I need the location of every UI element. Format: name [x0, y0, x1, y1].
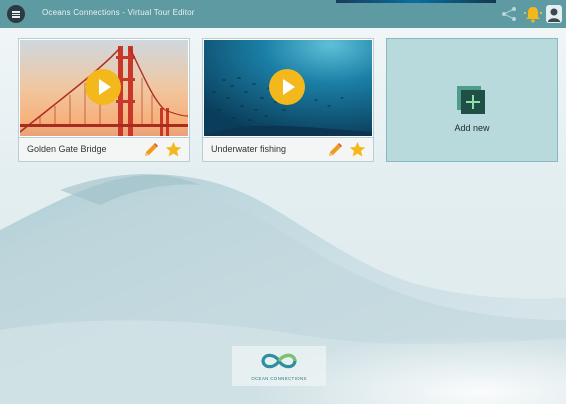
- tour-caption: Golden Gate Bridge: [19, 137, 189, 161]
- star-icon[interactable]: [165, 141, 182, 158]
- bell-icon[interactable]: [523, 5, 543, 23]
- star-icon[interactable]: [349, 141, 366, 158]
- pencil-icon[interactable]: [327, 142, 343, 158]
- infinity-logo-icon: [261, 353, 297, 369]
- app-header: Oceans Connections - Virtual Tour Editor: [0, 0, 566, 28]
- user-icon[interactable]: [546, 5, 562, 23]
- tour-title: Underwater fishing: [211, 144, 287, 154]
- add-new-label: Add new: [454, 123, 490, 133]
- play-icon[interactable]: [269, 69, 305, 105]
- tour-card[interactable]: Underwater fishing: [202, 38, 374, 162]
- plus-icon[interactable]: [457, 86, 485, 114]
- ocean-connections-logo[interactable]: OCEAN CONNECTIONS: [232, 346, 326, 386]
- app-title: Oceans Connections - Virtual Tour Editor: [42, 8, 195, 17]
- logo-text: OCEAN CONNECTIONS: [251, 376, 307, 381]
- pencil-icon[interactable]: [143, 142, 159, 158]
- tour-title: Golden Gate Bridge: [27, 144, 107, 154]
- tour-card[interactable]: Golden Gate Bridge: [18, 38, 190, 162]
- tour-caption: Underwater fishing: [203, 137, 373, 161]
- menu-button[interactable]: [7, 5, 25, 23]
- header-photo-strip: [336, 0, 496, 3]
- play-icon[interactable]: [85, 69, 121, 105]
- share-icon[interactable]: [500, 6, 518, 22]
- add-new-card[interactable]: Add new: [386, 38, 558, 162]
